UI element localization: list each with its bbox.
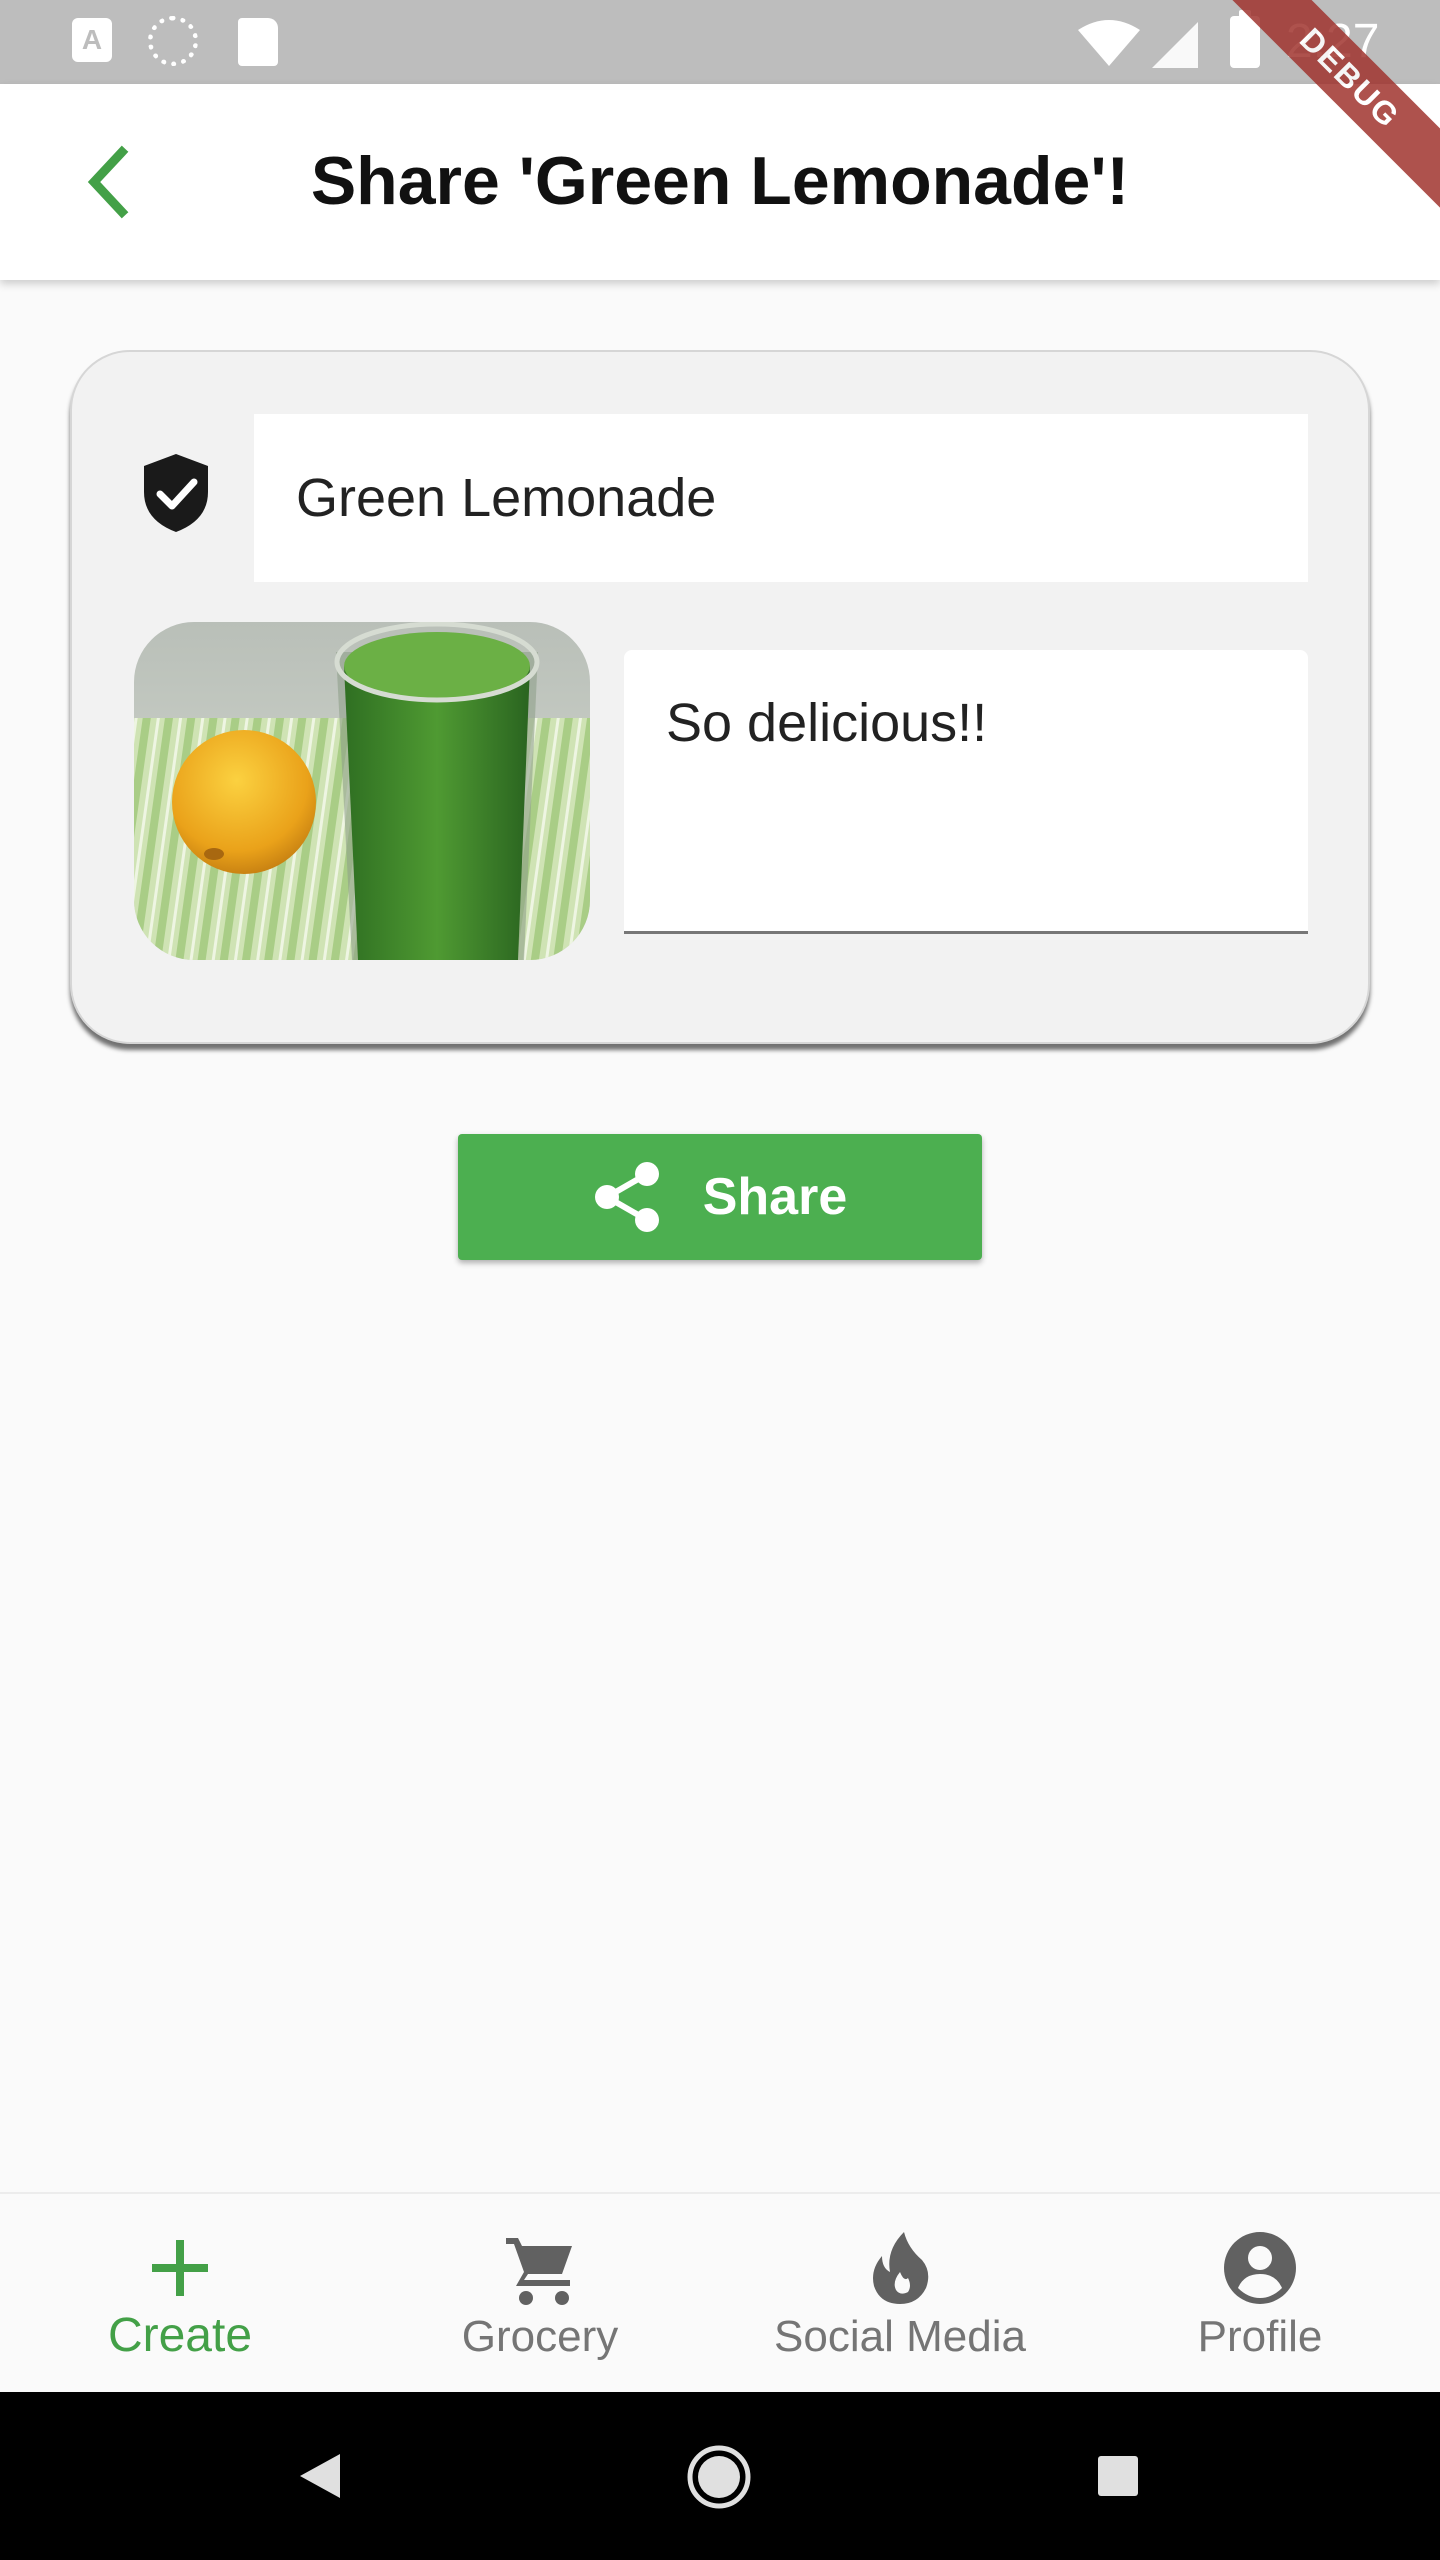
nav-label-social-media: Social Media	[774, 2312, 1026, 2361]
nav-item-create[interactable]: Create	[0, 2194, 360, 2394]
system-recents-icon[interactable]	[1096, 2454, 1140, 2498]
description-field[interactable]: So delicious!!	[624, 650, 1308, 934]
system-back-icon[interactable]	[296, 2450, 344, 2502]
nav-item-profile[interactable]: Profile	[1080, 2194, 1440, 2394]
recipe-name-field[interactable]: Green Lemonade	[254, 414, 1308, 582]
nav-label-grocery: Grocery	[461, 2312, 619, 2361]
nav-label-create: Create	[107, 2309, 253, 2362]
nav-item-social-media[interactable]: Social Media	[720, 2194, 1080, 2394]
nav-item-grocery[interactable]: Grocery	[360, 2194, 720, 2394]
font-notification-icon: A	[72, 18, 112, 62]
share-icon	[594, 1162, 659, 1232]
share-button[interactable]: Share	[458, 1134, 982, 1260]
verified-shield-icon	[144, 454, 208, 532]
sync-notification-icon	[148, 16, 198, 66]
recipe-photo	[134, 622, 590, 960]
nav-label-profile: Profile	[1197, 2312, 1323, 2361]
bottom-navigation: Create Grocery Social Media Profile	[0, 2192, 1440, 2392]
share-button-label: Share	[702, 1168, 848, 1226]
account-circle-icon	[1224, 2232, 1296, 2304]
cart-icon	[506, 2238, 572, 2305]
app-bar: Share 'Green Lemonade'!	[0, 84, 1440, 280]
flame-icon	[873, 2232, 929, 2304]
share-card: Green Lemonade So delicious!!	[70, 350, 1370, 1044]
status-bar: A 2:27	[0, 0, 1440, 84]
wifi-icon	[1078, 20, 1140, 66]
cell-signal-icon	[1152, 22, 1198, 68]
page-title: Share 'Green Lemonade'!	[310, 143, 1130, 219]
system-navigation-bar	[0, 2392, 1440, 2560]
system-home-icon[interactable]	[686, 2444, 752, 2510]
plus-icon	[152, 2240, 208, 2296]
sd-card-icon	[238, 18, 278, 66]
